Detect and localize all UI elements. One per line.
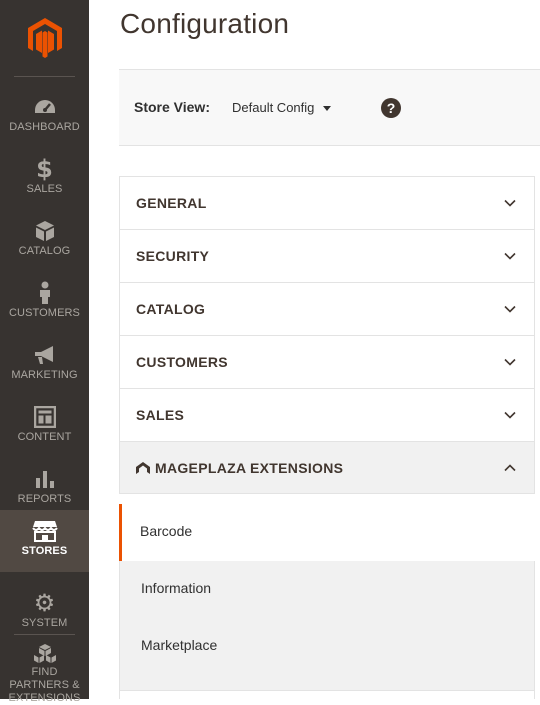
main-content: Configuration Store View: Default Config… <box>89 0 540 699</box>
nav-label: FIND PARTNERS & EXTENSIONS <box>8 666 81 704</box>
submenu-item-barcode[interactable]: Barcode <box>119 504 540 561</box>
store-view-switcher[interactable]: Default Config <box>232 100 332 115</box>
page-title: Configuration <box>120 8 290 39</box>
magento-logo-icon <box>27 18 62 58</box>
chevron-down-icon <box>504 358 516 366</box>
nav-label: CATALOG <box>18 245 71 257</box>
nav-label: STORES <box>21 545 68 557</box>
submenu-label: Barcode <box>140 523 193 539</box>
store-icon <box>31 518 58 544</box>
nav-label: REPORTS <box>17 493 72 505</box>
tab-security[interactable]: SECURITY <box>119 229 535 282</box>
store-view-label: Store View: <box>134 99 210 115</box>
tab-label: CUSTOMERS <box>136 354 228 370</box>
submenu-item-information[interactable]: Information <box>120 561 534 618</box>
next-section-edge <box>119 690 535 699</box>
nav-label: DASHBOARD <box>9 121 80 133</box>
submenu-label: Information <box>141 580 212 596</box>
nav-customers[interactable]: CUSTOMERS <box>0 272 89 334</box>
nav-marketing[interactable]: MARKETING <box>0 334 89 396</box>
tab-label-group: MAGEPLAZA EXTENSIONS <box>136 460 343 476</box>
divider <box>14 76 75 77</box>
nav-label: CUSTOMERS <box>9 307 80 319</box>
tab-label: SECURITY <box>136 248 210 264</box>
nav-label: MARKETING <box>11 369 78 381</box>
cubes-icon <box>32 643 58 665</box>
admin-sidebar: DASHBOARD $ SALES CATALOG CUSTOMERS MARK… <box>0 0 89 704</box>
megaphone-icon <box>32 342 58 368</box>
nav-dashboard[interactable]: DASHBOARD <box>0 86 89 148</box>
nav-label: SYSTEM <box>21 617 68 629</box>
tab-catalog[interactable]: CATALOG <box>119 282 535 335</box>
help-icon-glyph: ? <box>386 100 396 116</box>
chevron-down-icon <box>504 199 516 207</box>
tab-label: MAGEPLAZA EXTENSIONS <box>155 460 344 476</box>
store-view-value: Default Config <box>232 100 315 115</box>
divider <box>14 634 75 635</box>
mageplaza-logo-icon <box>136 462 150 474</box>
tab-label: CATALOG <box>136 301 206 317</box>
bar-chart-icon <box>32 466 58 492</box>
config-tabs: GENERAL SECURITY CATALOG CUSTOMERS SALES… <box>119 176 535 494</box>
tab-customers[interactable]: CUSTOMERS <box>119 335 535 388</box>
gear-icon: ⚙ <box>33 589 56 617</box>
submenu-item-marketplace[interactable]: Marketplace <box>120 618 534 675</box>
store-view-bar: Store View: Default Config ? <box>119 69 540 146</box>
chevron-up-icon <box>504 464 516 472</box>
tab-label: SALES <box>136 407 185 423</box>
chevron-down-icon <box>504 305 516 313</box>
nav-sales[interactable]: $ SALES <box>0 148 89 210</box>
chevron-down-icon <box>504 411 516 419</box>
nav-content[interactable]: CONTENT <box>0 396 89 458</box>
tab-general[interactable]: GENERAL <box>119 176 535 229</box>
box-icon <box>32 218 58 244</box>
mageplaza-submenu: Barcode Information Marketplace <box>119 494 540 691</box>
nav-label: SALES <box>26 183 63 195</box>
chevron-down-icon <box>504 252 516 260</box>
tab-mageplaza-extensions[interactable]: MAGEPLAZA EXTENSIONS <box>119 441 535 494</box>
help-icon[interactable]: ? <box>381 98 401 118</box>
layout-icon <box>32 404 58 430</box>
nav-label: CONTENT <box>17 431 72 443</box>
dollar-icon: $ <box>36 155 53 183</box>
magento-logo[interactable] <box>0 0 89 76</box>
nav-stores[interactable]: STORES <box>0 510 89 572</box>
tab-sales[interactable]: SALES <box>119 388 535 441</box>
submenu-label: Marketplace <box>141 637 218 653</box>
nav-catalog[interactable]: CATALOG <box>0 210 89 272</box>
submenu-group: Information Marketplace <box>119 561 535 691</box>
nav-find-partners[interactable]: FIND PARTNERS & EXTENSIONS <box>0 637 89 704</box>
caret-down-icon <box>323 105 332 111</box>
speedometer-icon <box>32 94 58 120</box>
tab-label: GENERAL <box>136 195 207 211</box>
person-icon <box>32 280 58 306</box>
